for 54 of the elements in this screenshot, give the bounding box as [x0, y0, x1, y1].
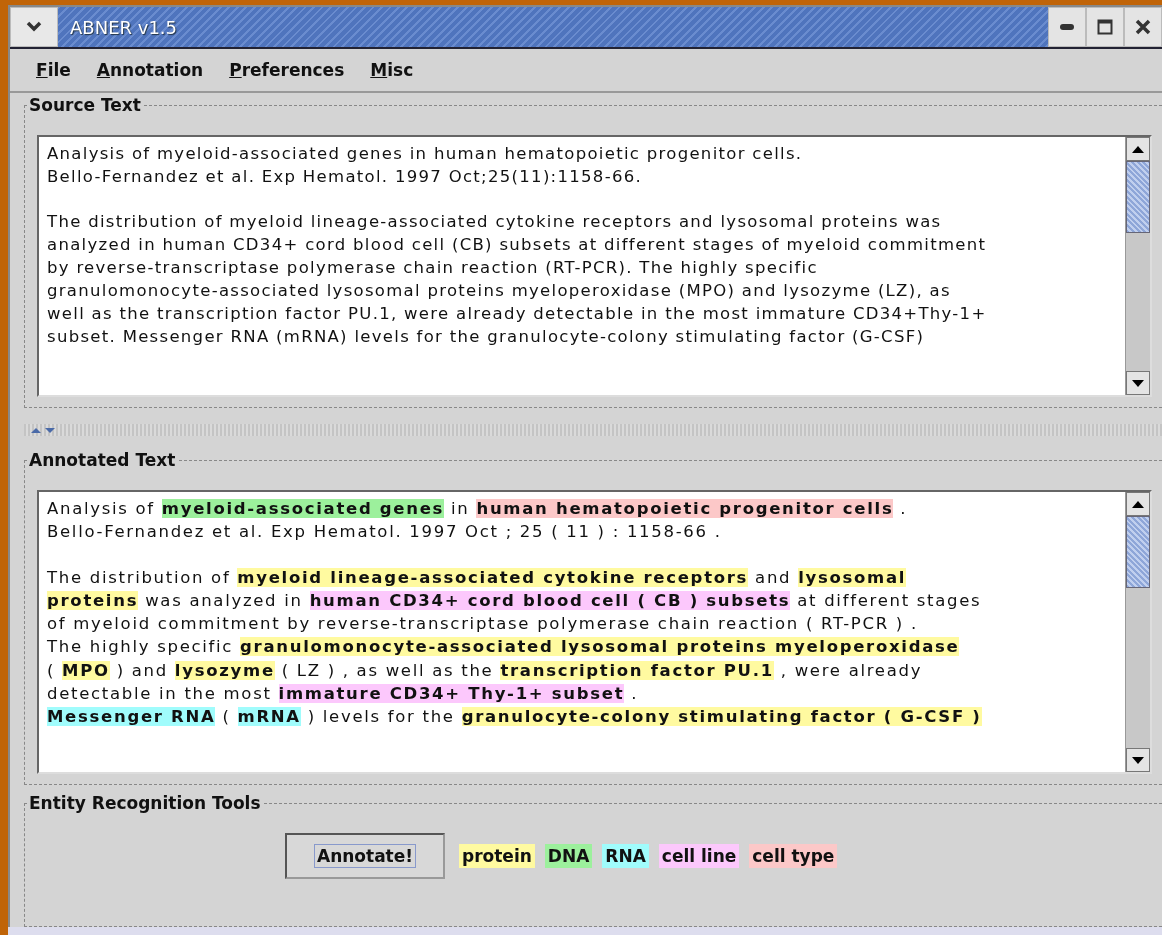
text-line: Analysis of myeloid-associated genes in human hematopoietic progenitor cells. — [47, 143, 804, 165]
up-arrow-icon — [1131, 499, 1145, 509]
entity-legend-tag: cell type — [749, 844, 838, 868]
panel-title: Source Text — [28, 95, 142, 115]
up-arrow-icon[interactable] — [30, 426, 42, 434]
entity-legend-tag: protein — [459, 844, 535, 868]
annotated-line: Messenger RNA ( mRNA ) levels for the granulocyte-colony stimulating factor ( G-CSF ) — [47, 706, 983, 729]
close-icon — [1135, 19, 1151, 35]
window-menu-button[interactable] — [10, 7, 58, 47]
maximize-icon — [1097, 19, 1113, 35]
up-arrow-icon — [1131, 144, 1145, 154]
text-line: by reverse-transcriptase polymerase chain reaction (RT-PCR). The highly specific — [47, 257, 819, 279]
annotated-line: proteins was analyzed in human CD34+ cord blood cell ( CB ) subsets at different stages — [47, 589, 983, 612]
annotated-line: Analysis of myeloid-associated genes in human hematopoietic progenitor cells . — [47, 498, 909, 520]
scroll-up-button[interactable] — [1126, 492, 1150, 516]
annotated-line: The distribution of myeloid lineage-associated cytokine receptors and lysosomal — [47, 566, 908, 589]
scrollbar-thumb[interactable] — [1126, 516, 1150, 588]
scrollbar-track[interactable] — [1125, 137, 1150, 395]
chevron-icon — [26, 21, 42, 33]
annotated-line: of myeloid commitment by reverse-transcriptase polymerase chain reaction ( RT-PCR ) . — [47, 613, 919, 636]
panel-title: Annotated Text — [28, 450, 177, 470]
panel-title: Entity Recognition Tools — [28, 793, 262, 813]
menu-item[interactable]: Annotation — [96, 60, 204, 80]
annotated-line: ( MPO ) and lysozyme ( LZ ) , as well as the transcription factor PU.1 , were already — [47, 659, 924, 682]
entity-legend-tag: cell line — [658, 844, 740, 868]
annotated-line: Bello-Fernandez et al. Exp Hematol. 1997 Oct ; 25 ( 11 ) : 1158-66 . — [47, 521, 723, 544]
annotated-line: The highly specific granulomonocyte-associated lysosomal proteins myeloperoxidase — [47, 636, 961, 659]
scrollbar-track[interactable] — [1125, 492, 1150, 772]
menu-item[interactable]: Misc — [370, 60, 414, 80]
down-arrow-icon[interactable] — [44, 426, 56, 434]
text-line: granulomonocyte-associated lysosomal proteins myeloperoxidase (MPO) and lysozyme (LZ), as — [47, 280, 952, 302]
minimize-icon — [1059, 23, 1075, 31]
text-line: analyzed in human CD34+ cord blood cell (CB) subsets at different stages of myeloid commitment — [47, 234, 988, 256]
scroll-down-button[interactable] — [1126, 748, 1150, 772]
entity-legend-tag: RNA — [602, 844, 649, 868]
close-button[interactable] — [1124, 7, 1162, 47]
maximize-button[interactable] — [1086, 7, 1124, 47]
text-line: Bello-Fernandez et al. Exp Hematol. 1997 Oct;25(11):1158-66. — [47, 166, 644, 188]
scroll-up-button[interactable] — [1126, 137, 1150, 161]
scrollbar-thumb[interactable] — [1126, 161, 1150, 233]
annotate-button[interactable]: Annotate! — [285, 833, 445, 879]
scroll-down-button[interactable] — [1126, 371, 1150, 395]
annotated-text-area[interactable] — [37, 490, 1152, 774]
down-arrow-icon — [1131, 378, 1145, 388]
text-line: subset. Messenger RNA (mRNA) levels for the granulocyte-colony stimulating factor (G-CSF) — [47, 326, 926, 348]
minimize-button[interactable] — [1048, 7, 1086, 47]
source-text-area[interactable] — [37, 135, 1152, 397]
menu-item[interactable]: File — [36, 60, 71, 80]
window-title: ABNER v1.5 — [69, 16, 177, 38]
down-arrow-icon — [1131, 755, 1145, 765]
entity-legend-tag: DNA — [544, 844, 593, 868]
text-line: The distribution of myeloid lineage-associated cytokine receptors and lysosomal proteins was — [47, 211, 943, 233]
text-line: well as the transcription factor PU.1, were already detectable in the most immature CD34+Thy-1+ — [47, 303, 988, 325]
menu-item[interactable]: Preferences — [229, 60, 345, 80]
